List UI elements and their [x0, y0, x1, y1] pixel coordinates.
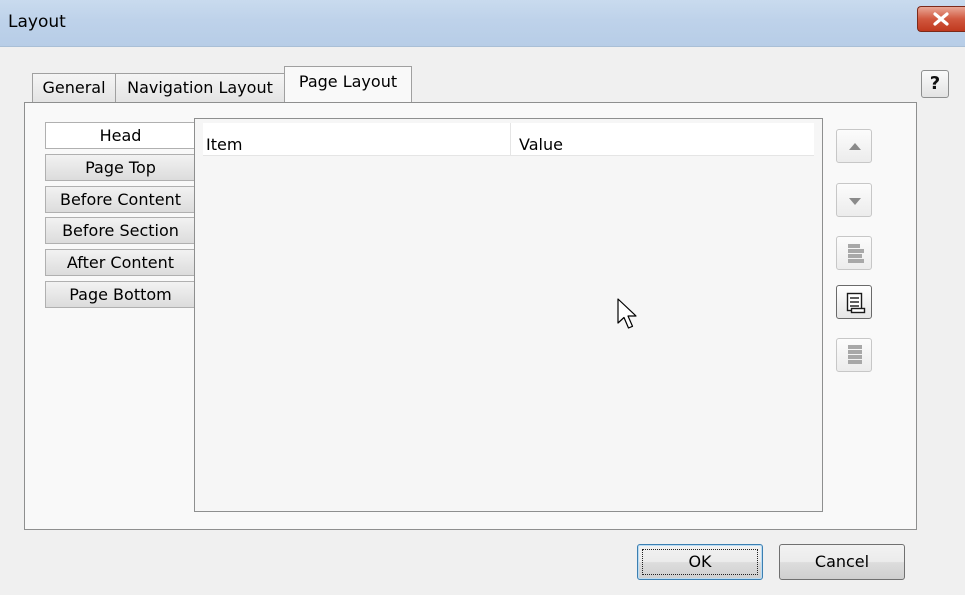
tab-navigation-layout[interactable]: Navigation Layout: [115, 73, 285, 103]
close-icon: [933, 12, 949, 26]
cancel-button-label: Cancel: [814, 552, 870, 571]
move-up-button[interactable]: [836, 129, 872, 163]
section-tab-before-content[interactable]: Before Content: [45, 186, 195, 213]
insert-item-button[interactable]: [836, 236, 872, 270]
insert-item-icon: [848, 244, 864, 263]
item-value-list[interactable]: Item Value: [194, 118, 823, 512]
move-down-button[interactable]: [836, 183, 872, 217]
ok-button-label: OK: [688, 552, 712, 571]
ok-button[interactable]: OK: [637, 544, 763, 580]
column-divider[interactable]: [510, 123, 511, 155]
column-header-item[interactable]: Item: [206, 135, 242, 154]
move-down-icon: [849, 198, 861, 205]
remove-item-button[interactable]: [836, 338, 872, 372]
column-header-value[interactable]: Value: [519, 135, 563, 154]
list-header: Item Value: [203, 123, 814, 156]
section-tab-before-section[interactable]: Before Section: [45, 217, 195, 244]
window-title: Layout: [8, 12, 66, 32]
section-tab-after-content[interactable]: After Content: [45, 249, 195, 276]
tab-page-layout[interactable]: Page Layout: [284, 66, 412, 102]
move-up-icon: [849, 143, 861, 150]
add-item-button[interactable]: [836, 285, 872, 319]
list-body[interactable]: [203, 157, 814, 507]
tab-general[interactable]: General: [32, 73, 116, 103]
remove-item-icon: [848, 345, 862, 364]
close-button[interactable]: [917, 6, 965, 32]
section-tab-page-bottom[interactable]: Page Bottom: [45, 281, 195, 308]
mouse-cursor-icon: [617, 298, 637, 329]
help-button[interactable]: ?: [921, 70, 949, 98]
section-tab-head[interactable]: Head: [45, 122, 195, 149]
add-item-icon: [846, 292, 866, 314]
cancel-button[interactable]: Cancel: [779, 544, 905, 580]
section-tab-page-top[interactable]: Page Top: [45, 154, 195, 181]
title-bar[interactable]: Layout: [0, 0, 965, 47]
